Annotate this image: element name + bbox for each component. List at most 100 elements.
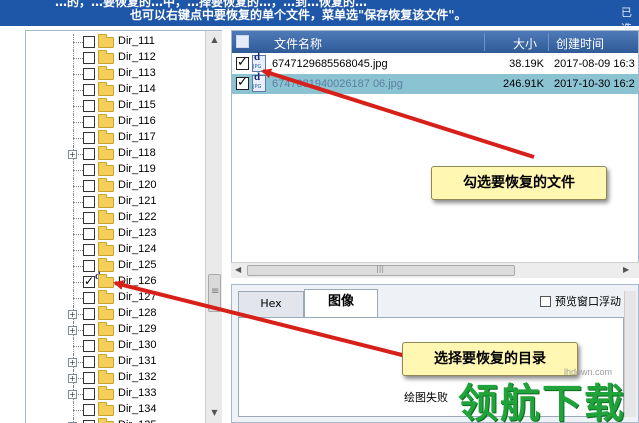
tree-connector-line (73, 250, 83, 251)
tree-item-label: Dir_122 (118, 211, 157, 223)
watermark-site: lhdown.com (564, 367, 613, 377)
tree-connector-line (73, 74, 83, 75)
tree-item-checkbox[interactable] (83, 100, 95, 112)
tree-item-checkbox[interactable] (83, 292, 95, 304)
instruction-banner: …的，…要恢复的…中，…择要恢复的…，…到…恢复的… 也可以右键点中要恢复的单个… (0, 0, 639, 26)
tree-item-checkbox[interactable] (83, 404, 95, 416)
tree-item[interactable]: Dir_127 (26, 290, 206, 306)
file-row-checkbox[interactable] (236, 75, 249, 90)
tree-item[interactable]: Dir_124 (26, 242, 206, 258)
file-size: 38.19K (509, 58, 544, 70)
tab-hex[interactable]: Hex (238, 291, 304, 317)
tree-item-checkbox[interactable] (83, 244, 95, 256)
scroll-left-arrow-icon[interactable]: ◀ (235, 265, 241, 274)
tree-item[interactable]: + Dir_118 (26, 146, 206, 162)
tree-item-checkbox[interactable] (83, 132, 95, 144)
file-name: 6747129685568045.jpg (272, 58, 388, 70)
tree-item-checkbox[interactable] (83, 164, 95, 176)
tree-item[interactable]: +Dir_135 (26, 418, 206, 423)
file-list-header: 文件名称 大小 创建时间 (232, 31, 638, 53)
tree-item[interactable]: Dir_125 (26, 258, 206, 274)
file-list-scroll-thumb[interactable] (247, 264, 515, 276)
tree-item-checkbox[interactable] (83, 324, 95, 336)
tree-connector-line (73, 106, 83, 107)
expand-plus-icon[interactable]: + (68, 358, 77, 367)
tree-connector-line (73, 202, 83, 203)
tree-item[interactable]: Dir_113 (26, 66, 206, 82)
tree-item[interactable]: Dir_130 (26, 338, 206, 354)
preview-float-toggle[interactable]: 预览窗口浮动 (540, 293, 621, 309)
tree-item[interactable]: + Dir_128 (26, 306, 206, 322)
expand-plus-icon[interactable]: + (68, 390, 77, 399)
file-size: 246.91K (503, 78, 544, 90)
file-list-panel: 文件名称 大小 创建时间 6747129685568045.jpg 38.19K 2… (231, 30, 639, 278)
tree-item-checkbox[interactable] (83, 212, 95, 224)
tree-item-label: Dir_132 (118, 371, 157, 383)
tree-item[interactable]: Dir_123 (26, 226, 206, 242)
file-created-time: 2017-10-30 16:2 (554, 78, 635, 90)
scroll-right-arrow-icon[interactable]: ▶ (623, 265, 629, 274)
tree-item[interactable]: Dir_111 (26, 34, 206, 50)
tree-item[interactable]: + Dir_129 (26, 322, 206, 338)
tree-item[interactable]: Dir_115 (26, 98, 206, 114)
folder-icon (98, 178, 114, 192)
preview-float-checkbox[interactable] (540, 296, 551, 307)
tree-item-checkbox[interactable] (83, 148, 95, 160)
tree-item-label: Dir_123 (118, 227, 157, 239)
tree-item[interactable]: + Dir_133 (26, 386, 206, 402)
tree-item-checkbox[interactable] (83, 340, 95, 352)
tree-item-label: Dir_116 (118, 115, 156, 127)
tree-item-checkbox[interactable] (83, 372, 95, 384)
tree-item[interactable]: + Dir_131 (26, 354, 206, 370)
tab-image[interactable]: 图像 (304, 289, 378, 317)
tree-item[interactable]: Dir_122 (26, 210, 206, 226)
tree-item[interactable]: Dir_117 (26, 130, 206, 146)
tree-item-checkbox[interactable] (83, 116, 95, 128)
tree-item-label: Dir_112 (118, 51, 156, 63)
tree-item-checkbox[interactable] (83, 308, 95, 320)
file-row-checkbox[interactable] (236, 55, 249, 70)
file-row[interactable]: 6747081940026187 06.jpg 246.91K 2017-10-30… (232, 71, 638, 94)
file-list-horizontal-scrollbar[interactable]: ◀ ▶ (231, 262, 639, 278)
expand-plus-icon[interactable]: + (68, 326, 77, 335)
tree-item[interactable]: dDir_126 (26, 271, 206, 290)
tree-item[interactable]: Dir_120 (26, 178, 206, 194)
tree-connector-line (73, 410, 83, 411)
column-header-created[interactable]: 创建时间 (556, 35, 604, 52)
tree-item-checkbox[interactable] (83, 356, 95, 368)
folder-icon (98, 66, 114, 80)
tree-connector-line (73, 90, 83, 91)
tree-item-checkbox[interactable] (83, 228, 95, 240)
tree-item-checkbox[interactable] (83, 36, 95, 48)
tree-vertical-scrollbar[interactable]: ▲ ▼ (205, 31, 222, 423)
tree-item-checkbox[interactable] (83, 388, 95, 400)
folder-icon (98, 322, 114, 336)
tree-item[interactable]: Dir_121 (26, 194, 206, 210)
expand-plus-icon[interactable]: + (68, 310, 77, 319)
tree-item[interactable]: Dir_112 (26, 50, 206, 66)
tree-item[interactable]: Dir_134 (26, 402, 206, 418)
tree-item[interactable]: Dir_119 (26, 162, 206, 178)
column-header-size[interactable]: 大小 (513, 35, 537, 52)
file-row[interactable]: 6747129685568045.jpg 38.19K 2017-08-09 16:… (232, 51, 638, 74)
tree-item[interactable]: Dir_114 (26, 82, 206, 98)
tree-item-checkbox[interactable] (83, 260, 95, 272)
tree-item-checkbox[interactable] (83, 68, 95, 80)
expand-plus-icon[interactable]: + (68, 374, 77, 383)
tree-scroll-thumb[interactable] (208, 274, 221, 312)
scroll-down-arrow-icon[interactable]: ▼ (208, 407, 221, 419)
scroll-up-arrow-icon[interactable]: ▲ (208, 34, 221, 46)
tree-item[interactable]: Dir_116 (26, 114, 206, 130)
tree-item-checkbox[interactable] (83, 274, 95, 288)
tree-item-checkbox[interactable] (83, 84, 95, 96)
tree-item-checkbox[interactable] (83, 180, 95, 192)
tree-item-checkbox[interactable] (83, 196, 95, 208)
expand-plus-icon[interactable]: + (68, 150, 77, 159)
tree-item-checkbox[interactable] (83, 52, 95, 64)
tree-item[interactable]: + Dir_132 (26, 370, 206, 386)
column-header-name[interactable]: 文件名称 (274, 35, 322, 52)
tree-item-label: Dir_127 (118, 291, 157, 303)
select-all-checkbox[interactable] (236, 35, 249, 48)
tree-item-label: Dir_118 (118, 147, 156, 159)
tree-item-label: Dir_134 (118, 403, 157, 415)
